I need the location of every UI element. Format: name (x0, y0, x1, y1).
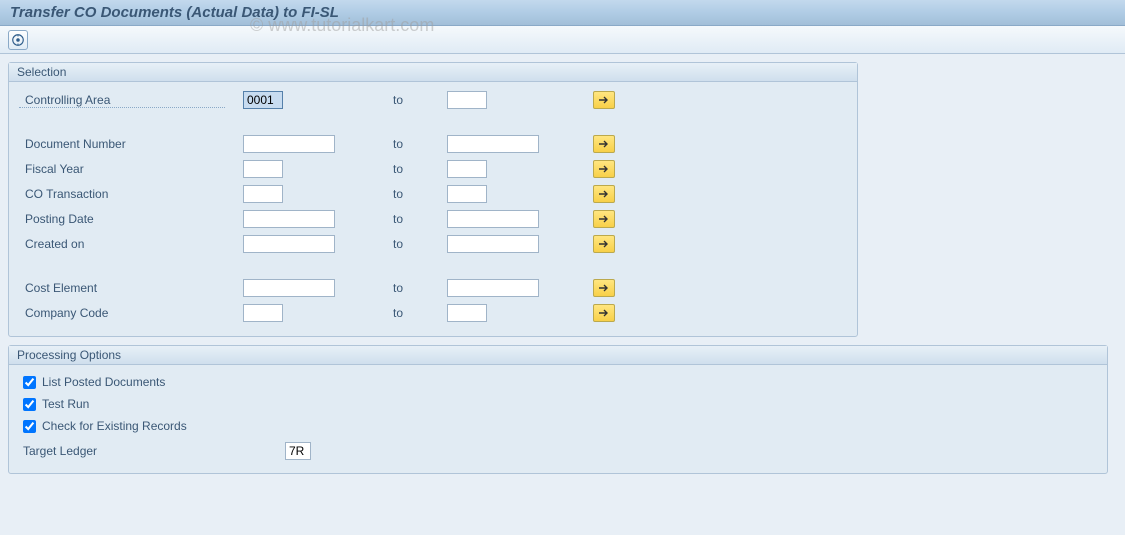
list-posted-label: List Posted Documents (42, 375, 165, 389)
document-number-label: Document Number (19, 137, 243, 151)
posting-date-multi-button[interactable] (593, 210, 615, 228)
cost-element-multi-button[interactable] (593, 279, 615, 297)
to-label: to (383, 137, 447, 151)
execute-button[interactable] (8, 30, 28, 50)
created-on-label: Created on (19, 237, 243, 251)
test-run-row: Test Run (19, 393, 1097, 415)
co-transaction-label: CO Transaction (19, 187, 243, 201)
fiscal-year-multi-button[interactable] (593, 160, 615, 178)
multi-select-arrow-icon (598, 239, 610, 249)
controlling-area-to[interactable] (447, 91, 487, 109)
controlling-area-from[interactable] (243, 91, 283, 109)
list-posted-row: List Posted Documents (19, 371, 1097, 393)
controlling-area-multi-button[interactable] (593, 91, 615, 109)
co-transaction-row: CO Transaction to (19, 182, 847, 206)
fiscal-year-label: Fiscal Year (19, 162, 243, 176)
created-on-to[interactable] (447, 235, 539, 253)
target-ledger-input[interactable] (285, 442, 311, 460)
to-label: to (383, 281, 447, 295)
posting-date-to[interactable] (447, 210, 539, 228)
selection-group: Selection Controlling Area to Document N… (8, 62, 858, 337)
check-existing-label: Check for Existing Records (42, 419, 187, 433)
content-area: Selection Controlling Area to Document N… (0, 54, 1125, 490)
fiscal-year-to[interactable] (447, 160, 487, 178)
page-title: Transfer CO Documents (Actual Data) to F… (0, 0, 1125, 26)
created-on-multi-button[interactable] (593, 235, 615, 253)
multi-select-arrow-icon (598, 214, 610, 224)
multi-select-arrow-icon (598, 189, 610, 199)
controlling-area-row: Controlling Area to (19, 88, 847, 112)
co-transaction-to[interactable] (447, 185, 487, 203)
to-label: to (383, 237, 447, 251)
document-number-multi-button[interactable] (593, 135, 615, 153)
application-toolbar (0, 26, 1125, 54)
document-number-from[interactable] (243, 135, 335, 153)
multi-select-arrow-icon (598, 164, 610, 174)
list-posted-checkbox[interactable] (23, 376, 36, 389)
posting-date-from[interactable] (243, 210, 335, 228)
check-existing-row: Check for Existing Records (19, 415, 1097, 437)
document-number-row: Document Number to (19, 132, 847, 156)
fiscal-year-row: Fiscal Year to (19, 157, 847, 181)
cost-element-to[interactable] (447, 279, 539, 297)
company-code-row: Company Code to (19, 301, 847, 325)
posting-date-row: Posting Date to (19, 207, 847, 231)
document-number-to[interactable] (447, 135, 539, 153)
to-label: to (383, 187, 447, 201)
co-transaction-multi-button[interactable] (593, 185, 615, 203)
multi-select-arrow-icon (598, 95, 610, 105)
to-label: to (383, 93, 447, 107)
company-code-label: Company Code (19, 306, 243, 320)
test-run-label: Test Run (42, 397, 89, 411)
created-on-from[interactable] (243, 235, 335, 253)
co-transaction-from[interactable] (243, 185, 283, 203)
created-on-row: Created on to (19, 232, 847, 256)
posting-date-label: Posting Date (19, 212, 243, 226)
multi-select-arrow-icon (598, 139, 610, 149)
cost-element-label: Cost Element (19, 281, 243, 295)
multi-select-arrow-icon (598, 283, 610, 293)
processing-options-title: Processing Options (9, 346, 1107, 365)
company-code-multi-button[interactable] (593, 304, 615, 322)
processing-options-group: Processing Options List Posted Documents… (8, 345, 1108, 474)
selection-group-title: Selection (9, 63, 857, 82)
controlling-area-label: Controlling Area (19, 93, 225, 108)
company-code-from[interactable] (243, 304, 283, 322)
company-code-to[interactable] (447, 304, 487, 322)
to-label: to (383, 212, 447, 226)
to-label: to (383, 306, 447, 320)
multi-select-arrow-icon (598, 308, 610, 318)
check-existing-checkbox[interactable] (23, 420, 36, 433)
target-ledger-row: Target Ledger (19, 439, 1097, 463)
fiscal-year-from[interactable] (243, 160, 283, 178)
target-ledger-label: Target Ledger (23, 444, 285, 458)
execute-icon (11, 33, 25, 47)
cost-element-from[interactable] (243, 279, 335, 297)
cost-element-row: Cost Element to (19, 276, 847, 300)
to-label: to (383, 162, 447, 176)
test-run-checkbox[interactable] (23, 398, 36, 411)
